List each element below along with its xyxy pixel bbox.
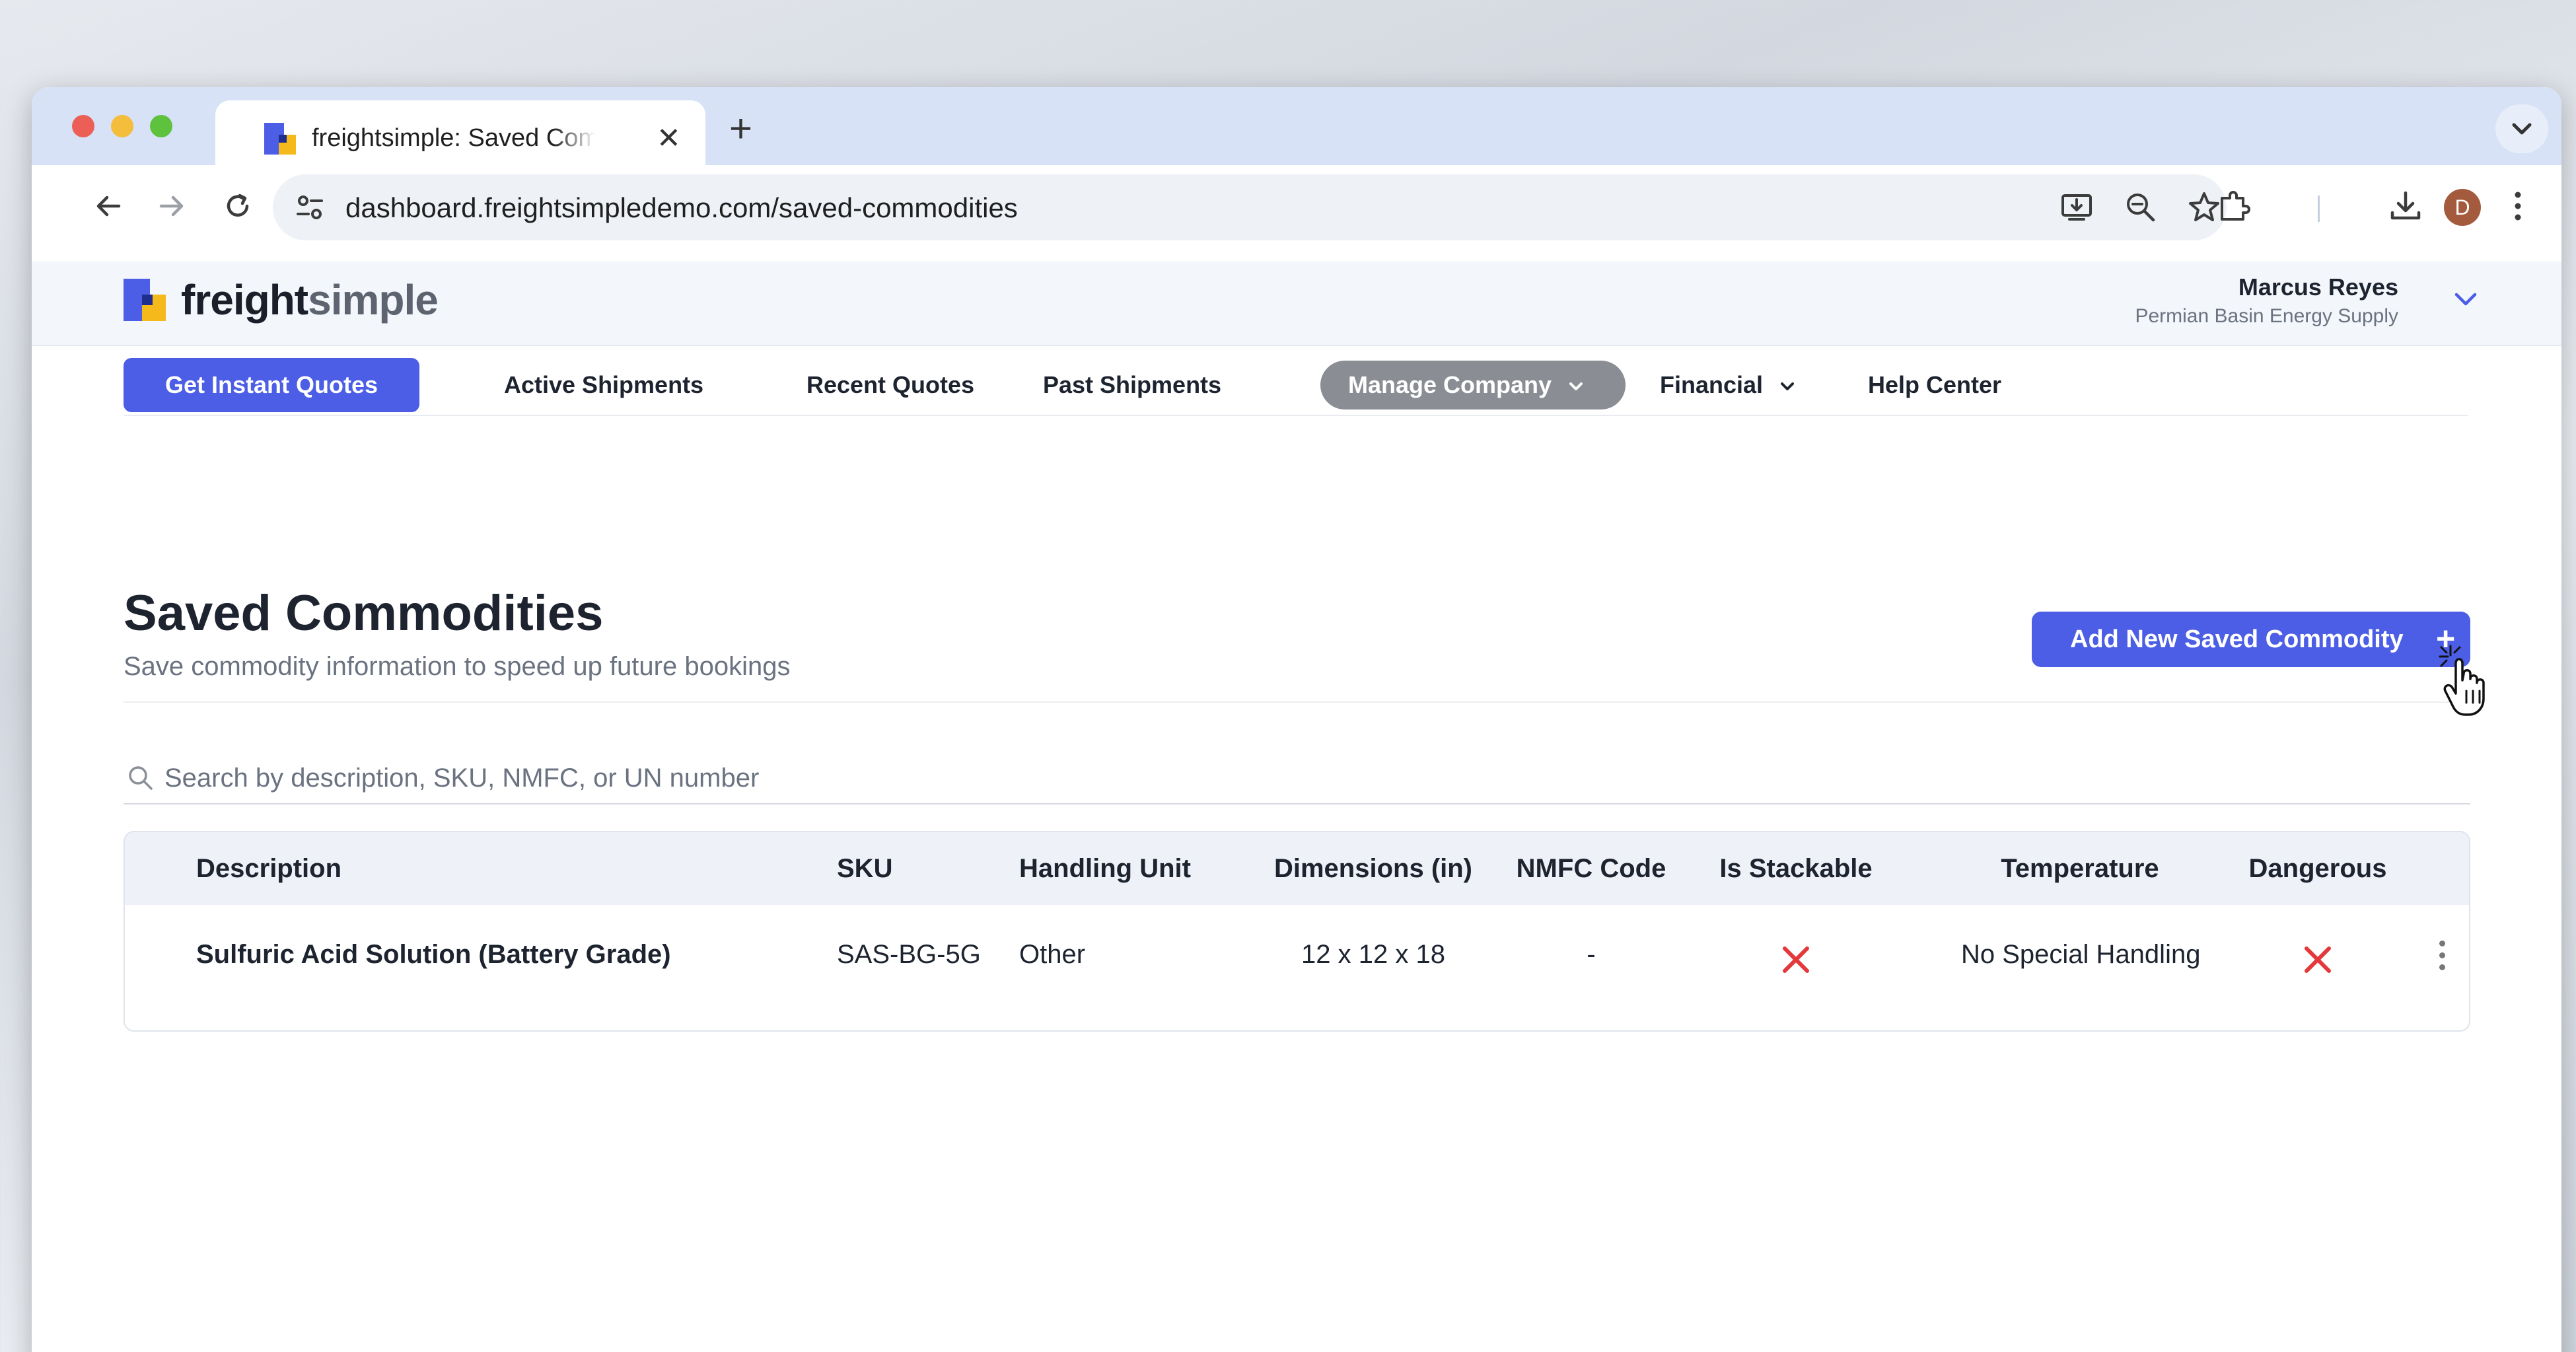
cell-dimensions: 12 x 12 x 18: [1301, 940, 1445, 969]
user-menu-chevron-down-icon[interactable]: [2449, 285, 2482, 312]
nav-manage-company-label: Manage Company: [1348, 371, 1552, 398]
chevron-down-icon: [1781, 382, 1795, 391]
brand-logo-text[interactable]: freightsimple: [181, 276, 439, 324]
browser-toolbar: dashboard.freightsimpledemo.com/saved-co…: [32, 165, 2561, 247]
tab-title: freightsimple: Saved Commodities: [312, 124, 596, 152]
column-header-is-stackable: Is Stackable: [1719, 854, 1873, 883]
cell-temperature: No Special Handling: [1961, 940, 2201, 969]
row-actions-kebab-icon[interactable]: [2435, 941, 2449, 979]
column-header-description: Description: [196, 854, 342, 883]
divider: [124, 701, 2470, 703]
search-input[interactable]: [164, 757, 2463, 799]
search-icon: [126, 764, 155, 793]
search-bar: [124, 754, 2470, 804]
minimize-window-button[interactable]: [111, 115, 133, 137]
reload-icon[interactable]: [217, 185, 259, 227]
column-header-temperature: Temperature: [2001, 854, 2159, 883]
browser-tab[interactable]: freightsimple: Saved Commodities ✕: [215, 100, 705, 165]
add-button-label: Add New Saved Commodity: [2070, 625, 2404, 653]
toolbar-separator: [2318, 196, 2320, 222]
table-header: Description SKU Handling Unit Dimensions…: [125, 832, 2469, 905]
close-window-button[interactable]: [72, 115, 94, 137]
user-name[interactable]: Marcus Reyes: [2238, 273, 2398, 301]
cell-handling-unit: Other: [1019, 940, 1086, 969]
site-settings-icon[interactable]: [294, 192, 326, 223]
install-app-icon[interactable]: [2060, 190, 2094, 225]
page-subtitle: Save commodity information to speed up f…: [124, 652, 791, 681]
hand-pointer-cursor-icon: [2436, 642, 2509, 721]
cell-sku: SAS-BG-5G: [837, 940, 981, 969]
add-new-saved-commodity-button[interactable]: Add New Saved Commodity +: [2032, 612, 2470, 667]
dangerous-x-icon: [2301, 943, 2334, 976]
stackable-x-icon: [1779, 943, 1812, 976]
main-nav: Get Instant Quotes Active Shipments Rece…: [124, 354, 2468, 416]
nav-manage-company[interactable]: Manage Company: [1320, 361, 1626, 409]
browser-menu-kebab-icon[interactable]: [2498, 186, 2538, 226]
extensions-puzzle-icon[interactable]: [2214, 186, 2254, 226]
maximize-window-button[interactable]: [150, 115, 172, 137]
nav-help-center[interactable]: Help Center: [1868, 358, 2001, 412]
freightsimple-logo-icon[interactable]: [124, 279, 166, 321]
cell-description: Sulfuric Acid Solution (Battery Grade): [196, 940, 671, 969]
zoom-icon[interactable]: [2124, 190, 2158, 225]
page-title: Saved Commodities: [124, 585, 604, 641]
tab-search-button[interactable]: [2495, 104, 2548, 153]
column-header-handling-unit: Handling Unit: [1019, 854, 1191, 883]
column-header-sku: SKU: [837, 854, 893, 883]
column-header-dimensions: Dimensions (in): [1273, 854, 1473, 883]
chevron-down-icon: [1569, 382, 1583, 391]
commodities-table: Description SKU Handling Unit Dimensions…: [124, 831, 2470, 1032]
freightsimple-favicon-icon: [264, 123, 296, 155]
nav-active-shipments[interactable]: Active Shipments: [504, 358, 703, 412]
get-instant-quotes-button[interactable]: Get Instant Quotes: [124, 358, 419, 412]
tab-strip: freightsimple: Saved Commodities ✕ +: [32, 87, 2561, 165]
nav-financial-label: Financial: [1660, 371, 1764, 398]
nav-recent-quotes[interactable]: Recent Quotes: [806, 358, 974, 412]
url-text[interactable]: dashboard.freightsimpledemo.com/saved-co…: [345, 192, 1018, 225]
back-arrow-icon[interactable]: [87, 185, 129, 227]
column-header-dangerous: Dangerous: [2248, 854, 2387, 883]
nav-financial[interactable]: Financial: [1660, 358, 1797, 412]
new-tab-icon[interactable]: +: [729, 106, 752, 152]
tab-close-icon[interactable]: ✕: [657, 123, 681, 155]
column-header-nmfc-code: NMFC Code: [1516, 854, 1666, 883]
nav-past-shipments[interactable]: Past Shipments: [1043, 358, 1221, 412]
browser-window: freightsimple: Saved Commodities ✕ +: [32, 87, 2561, 1352]
address-bar[interactable]: dashboard.freightsimpledemo.com/saved-co…: [273, 174, 2227, 240]
download-icon[interactable]: [2386, 186, 2425, 226]
forward-arrow-icon[interactable]: [151, 185, 193, 227]
profile-avatar[interactable]: D: [2444, 189, 2481, 226]
cell-nmfc-code: -: [1587, 940, 1596, 969]
user-company[interactable]: Permian Basin Energy Supply: [2135, 305, 2398, 328]
